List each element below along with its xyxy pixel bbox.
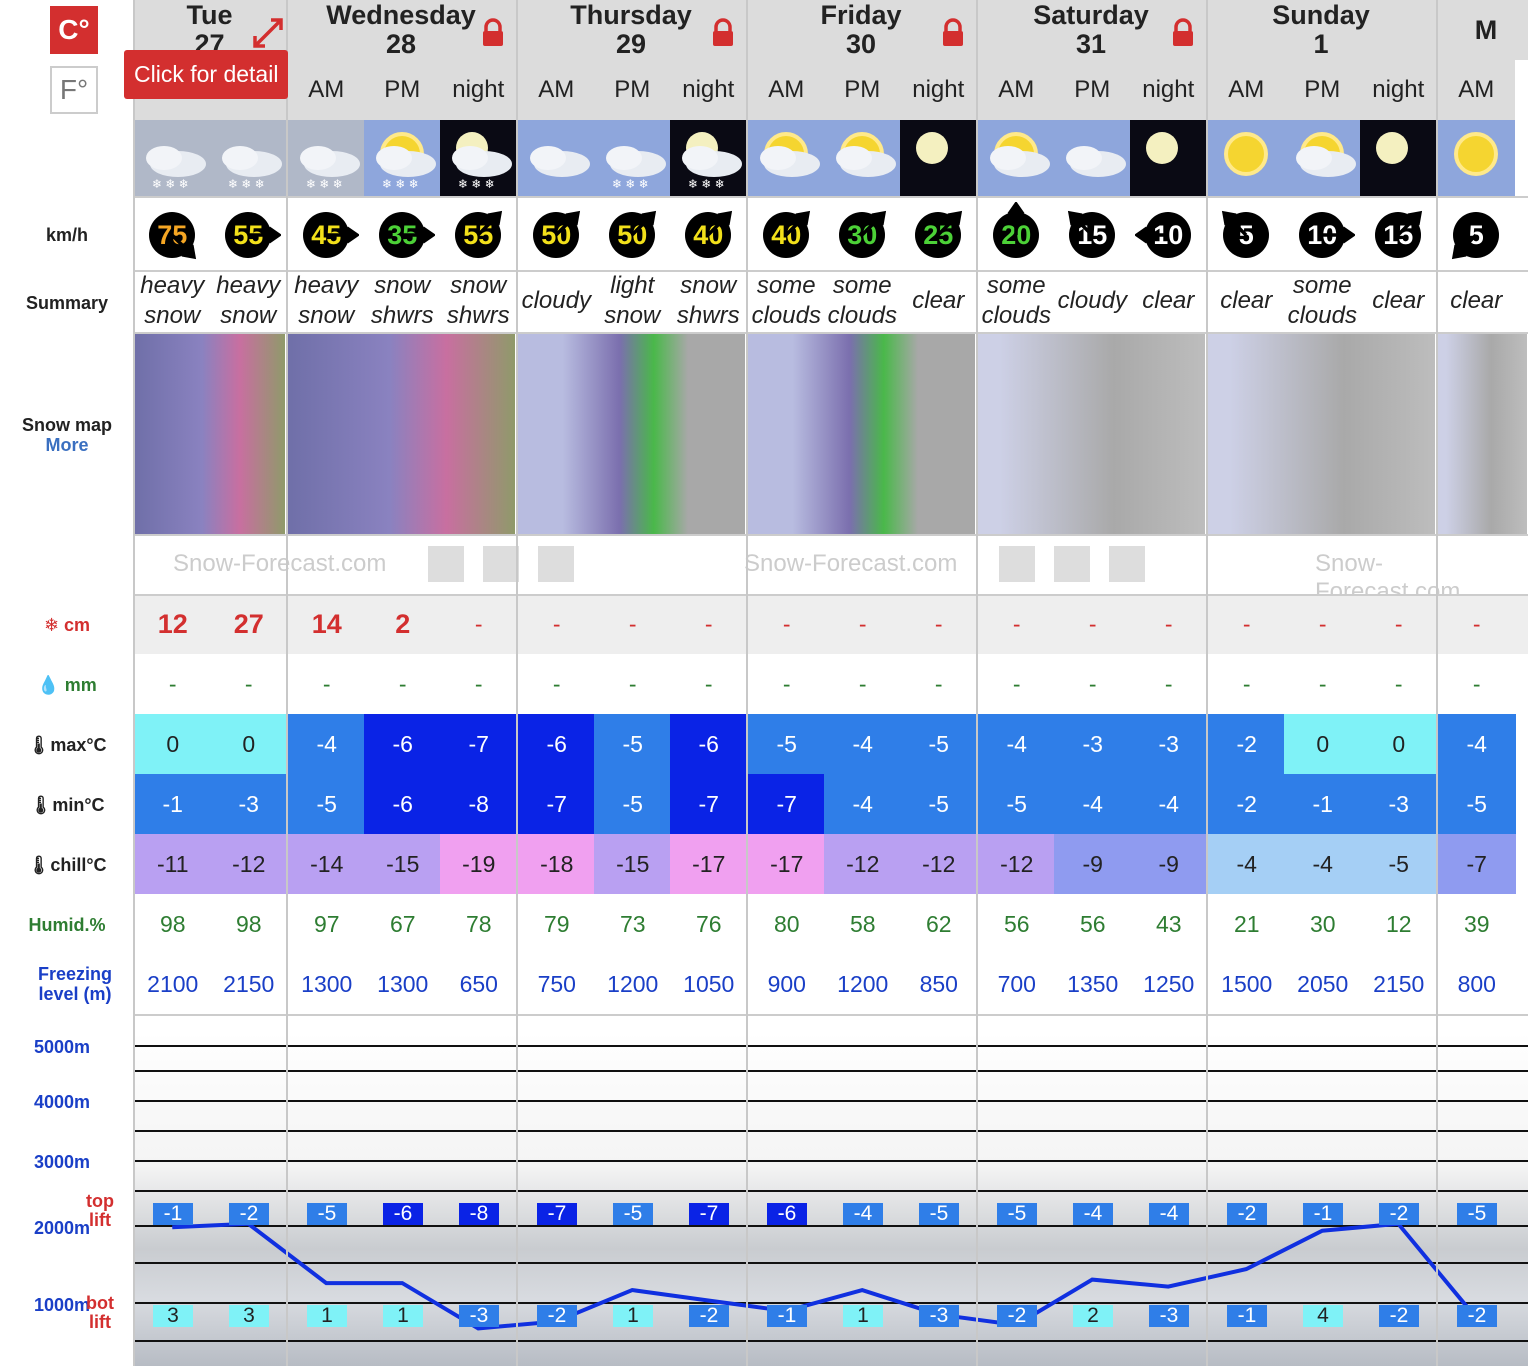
forecast-grid: Tue 27 Wednesday 28 Thursday 29 Friday 30 Saturd… xyxy=(133,0,1528,1366)
day-divider xyxy=(516,0,518,1366)
max-unit: max°C xyxy=(50,735,107,755)
row-divider xyxy=(133,534,1528,536)
bot-lift-temp: 1 xyxy=(843,1304,883,1327)
fahrenheit-button[interactable]: F° xyxy=(50,66,98,114)
top-lift-temp: -2 xyxy=(1379,1202,1419,1225)
top-lift-temp: -4 xyxy=(1073,1202,1113,1225)
chill-unit: chill°C xyxy=(50,855,107,875)
max-label: 🌡max°C xyxy=(0,735,134,755)
bot-lift-temp: 3 xyxy=(229,1304,269,1327)
bot-lift-temp: -1 xyxy=(767,1304,807,1327)
freezing-line-chart xyxy=(172,1221,1478,1331)
bot-lift-temp: -2 xyxy=(689,1304,729,1327)
bot-lift-temp: -2 xyxy=(1379,1304,1419,1327)
day-divider xyxy=(286,0,288,1366)
top-lift-temp: -5 xyxy=(1457,1202,1497,1225)
top-lift-temp: -8 xyxy=(459,1202,499,1225)
top-lift-temp: -6 xyxy=(383,1202,423,1225)
forecast-table: C° F° Click for detail km/h Summary Snow… xyxy=(0,0,1528,1366)
top-lift-temp: -7 xyxy=(537,1202,577,1225)
detail-tooltip: Click for detail xyxy=(124,50,289,99)
wind-label: km/h xyxy=(45,225,88,245)
bot-lift-temp: 1 xyxy=(613,1304,653,1327)
row-divider xyxy=(133,594,1528,596)
top-lift-temp: -1 xyxy=(1303,1202,1343,1225)
summary-label: Summary xyxy=(25,293,109,313)
row-divider xyxy=(133,270,1528,272)
snow-unit: cm xyxy=(64,615,91,635)
top-lift-temp: -7 xyxy=(689,1202,729,1225)
bot-lift-temp: 1 xyxy=(383,1304,423,1327)
chill-label: 🌡chill°C xyxy=(0,855,134,875)
bot-lift-temp: 3 xyxy=(153,1304,193,1327)
bot-lift-temp: 2 xyxy=(1073,1304,1113,1327)
bot-lift-temp: 4 xyxy=(1303,1304,1343,1327)
bot-lift-temp: -2 xyxy=(537,1304,577,1327)
thermometer-icon: 🌡 xyxy=(27,855,51,875)
day-divider xyxy=(1436,0,1438,1366)
raindrop-icon: 💧 xyxy=(37,675,65,695)
top-lift-temp: -6 xyxy=(767,1202,807,1225)
min-label: 🌡min°C xyxy=(0,795,134,815)
top-lift-temp: -4 xyxy=(1149,1202,1189,1225)
day-divider xyxy=(976,0,978,1366)
top-lift-temp: -4 xyxy=(843,1202,883,1225)
top-lift-temp: -5 xyxy=(919,1202,959,1225)
bot-lift-temp: 1 xyxy=(307,1304,347,1327)
day-divider xyxy=(133,0,135,1366)
snow-label: ❄ cm xyxy=(0,615,134,635)
freezing-level-line xyxy=(172,1221,1478,1331)
top-lift-temp: -5 xyxy=(307,1202,347,1225)
row-divider xyxy=(133,196,1528,198)
row-divider xyxy=(133,332,1528,334)
snow-map-label: Snow map xyxy=(21,415,112,435)
top-lift-temp: -2 xyxy=(1227,1202,1267,1225)
freezing-label: Freezing level (m) xyxy=(37,964,112,1004)
top-lift-temp: -5 xyxy=(997,1202,1037,1225)
bot-lift-temp: -2 xyxy=(997,1304,1037,1327)
bot-lift-temp: -2 xyxy=(1457,1304,1497,1327)
day-divider xyxy=(746,0,748,1366)
bot-lift-label: bot lift xyxy=(86,1293,114,1332)
bot-lift-temp: -3 xyxy=(459,1304,499,1327)
humid-label: Humid.% xyxy=(28,915,106,935)
bot-lift-temp: -3 xyxy=(1149,1304,1189,1327)
bot-lift-temp: -1 xyxy=(1227,1304,1267,1327)
rain-label: 💧 mm xyxy=(0,675,134,695)
min-unit: min°C xyxy=(52,795,105,815)
top-lift-temp: -1 xyxy=(153,1202,193,1225)
more-link[interactable]: More xyxy=(0,435,134,455)
top-lift-label: top lift xyxy=(86,1191,114,1230)
thermometer-icon: 🌡 xyxy=(29,795,53,815)
top-lift-temp: -5 xyxy=(613,1202,653,1225)
thermometer-icon: 🌡 xyxy=(27,735,51,755)
bot-lift-temp: -3 xyxy=(919,1304,959,1327)
snowflake-icon: ❄ xyxy=(43,615,65,635)
row-divider xyxy=(133,1014,1528,1016)
top-lift-temp: -2 xyxy=(229,1202,269,1225)
day-divider xyxy=(1206,0,1208,1366)
celsius-button[interactable]: C° xyxy=(50,6,98,54)
rain-unit: mm xyxy=(64,675,97,695)
